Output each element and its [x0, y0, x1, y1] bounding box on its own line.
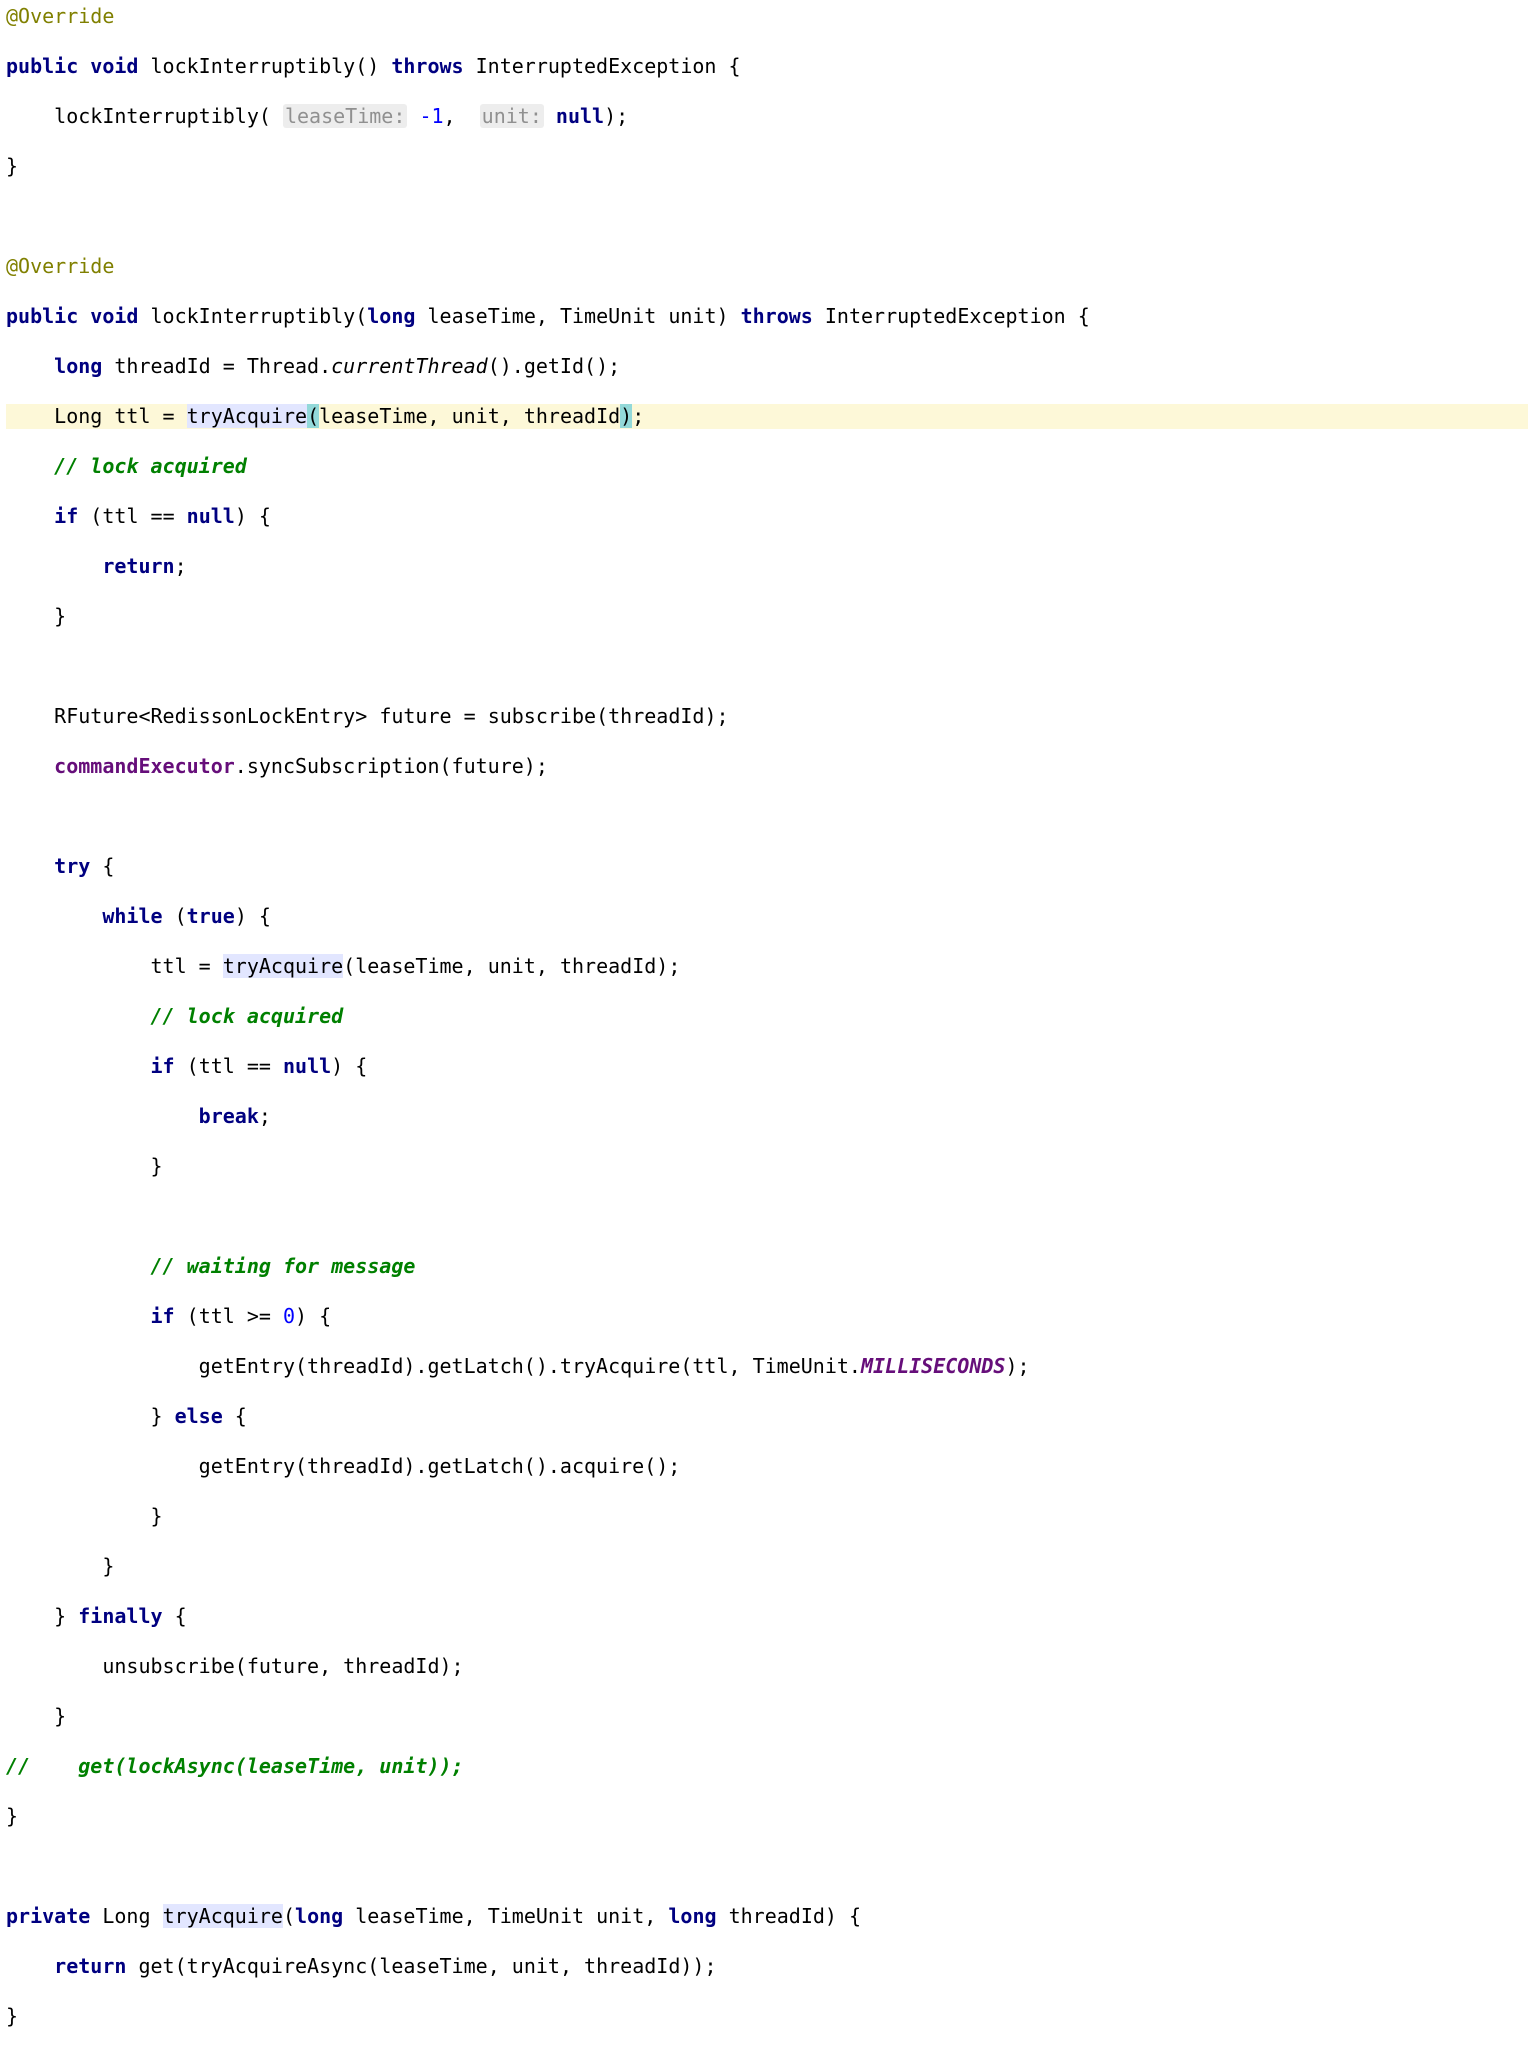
var-ttl-3: ttl: [151, 954, 187, 978]
kw-throws: throws: [391, 54, 463, 78]
kw-long: long: [367, 304, 415, 328]
call-get: get: [138, 1954, 174, 1978]
comment-lock-acquired-1: // lock acquired: [54, 454, 247, 478]
var-ttl-2: ttl: [102, 504, 138, 528]
type-timeunit-3: TimeUnit: [488, 1904, 584, 1928]
kw-return-2: return: [54, 1954, 126, 1978]
call-tryAcquire-hl: tryAcquire: [187, 404, 307, 428]
call-tryAcquire-2: tryAcquire: [223, 954, 343, 978]
kw-public-2: public: [6, 304, 78, 328]
type-interrupted: InterruptedException: [476, 54, 717, 78]
kw-void-2: void: [90, 304, 138, 328]
kw-void: void: [90, 54, 138, 78]
kw-else: else: [175, 1404, 223, 1428]
arg-unit-3: unit: [512, 1954, 560, 1978]
kw-if-3: if: [151, 1304, 175, 1328]
code-editor[interactable]: @Override public void lockInterruptibly (…: [0, 0, 1534, 2058]
kw-null: null: [556, 104, 604, 128]
kw-if-2: if: [151, 1054, 175, 1078]
arg-threadId-4: threadId: [307, 1354, 403, 1378]
param-hint-unit: unit:: [480, 104, 544, 128]
kw-long-4: long: [668, 1904, 716, 1928]
comment-getlockasync: // get(lockAsync(leaseTime, unit));: [6, 1754, 464, 1778]
type-timeunit-2: TimeUnit: [753, 1354, 849, 1378]
param-threadId: threadId: [729, 1904, 825, 1928]
param-hint-leaseTime: leaseTime:: [283, 104, 407, 128]
kw-try: try: [54, 854, 90, 878]
call-getEntry-1: getEntry: [199, 1354, 295, 1378]
arg-future: future: [452, 754, 524, 778]
call-tryAcquireAsync: tryAcquireAsync: [187, 1954, 368, 1978]
var-ttl-4: ttl: [199, 1054, 235, 1078]
type-thread: Thread: [247, 354, 319, 378]
kw-finally: finally: [78, 1604, 162, 1628]
call-getLatch-1: getLatch: [427, 1354, 523, 1378]
arg-threadId-2: threadId: [608, 704, 704, 728]
arg-leaseTime-2: leaseTime: [355, 954, 463, 978]
type-interrupted-2: InterruptedException: [825, 304, 1066, 328]
arg-unit-2: unit: [488, 954, 536, 978]
param-unit-2: unit: [596, 1904, 644, 1928]
kw-true: true: [187, 904, 235, 928]
arg-threadId: threadId: [524, 404, 620, 428]
call-getLatch-2: getLatch: [427, 1454, 523, 1478]
paren-close-hl: ): [620, 404, 632, 428]
kw-public: public: [6, 54, 78, 78]
kw-return-1: return: [102, 554, 174, 578]
arg-leaseTime: leaseTime: [319, 404, 427, 428]
kw-null-3: null: [283, 1054, 331, 1078]
call-lockInterruptibly: lockInterruptibly: [54, 104, 259, 128]
call-tryAcquire-latch: tryAcquire: [560, 1354, 680, 1378]
num-minus1: -1: [419, 104, 443, 128]
arg-unit: unit: [452, 404, 500, 428]
param-leaseTime-2: leaseTime: [355, 1904, 463, 1928]
param-leaseTime: leaseTime: [427, 304, 535, 328]
call-getEntry-2: getEntry: [199, 1454, 295, 1478]
arg-threadId-6: threadId: [343, 1654, 439, 1678]
call-currentThread: currentThread: [331, 354, 488, 378]
var-threadId: threadId: [114, 354, 210, 378]
kw-private: private: [6, 1904, 90, 1928]
method-name: lockInterruptibly: [151, 54, 356, 78]
type-rfuture: RFuture: [54, 704, 138, 728]
kw-null-2: null: [187, 504, 235, 528]
param-unit: unit: [668, 304, 716, 328]
arg-leaseTime-3: leaseTime: [379, 1954, 487, 1978]
comment-lock-acquired-2: // lock acquired: [151, 1004, 344, 1028]
var-ttl-5: ttl: [199, 1304, 235, 1328]
kw-long-2: long: [54, 354, 102, 378]
var-future: future: [379, 704, 451, 728]
arg-future-2: future: [247, 1654, 319, 1678]
call-acquire: acquire: [560, 1454, 644, 1478]
kw-while: while: [102, 904, 162, 928]
arg-threadId-7: threadId: [584, 1954, 680, 1978]
type-Long-2: Long: [102, 1904, 150, 1928]
call-subscribe: subscribe: [488, 704, 596, 728]
type-timeunit: TimeUnit: [560, 304, 656, 328]
arg-threadId-3: threadId: [560, 954, 656, 978]
call-unsubscribe: unsubscribe: [102, 1654, 234, 1678]
annotation-override: @Override: [6, 4, 114, 28]
field-commandExecutor: commandExecutor: [54, 754, 235, 778]
var-ttl: ttl: [114, 404, 150, 428]
call-getId: getId: [524, 354, 584, 378]
method-name-2: lockInterruptibly: [151, 304, 356, 328]
arg-ttl: ttl: [692, 1354, 728, 1378]
arg-threadId-5: threadId: [307, 1454, 403, 1478]
const-ms: MILLISECONDS: [861, 1354, 1006, 1378]
kw-break: break: [199, 1104, 259, 1128]
call-syncSubscription: syncSubscription: [247, 754, 440, 778]
comment-waiting: // waiting for message: [151, 1254, 416, 1278]
type-rlockentry: RedissonLockEntry: [151, 704, 356, 728]
annotation-override-2: @Override: [6, 254, 114, 278]
num-zero: 0: [283, 1304, 295, 1328]
kw-throws-2: throws: [741, 304, 813, 328]
type-Long: Long: [54, 404, 102, 428]
kw-if-1: if: [54, 504, 78, 528]
paren-open-hl: (: [307, 404, 319, 428]
method-tryAcquire: tryAcquire: [163, 1904, 283, 1928]
kw-long-3: long: [295, 1904, 343, 1928]
